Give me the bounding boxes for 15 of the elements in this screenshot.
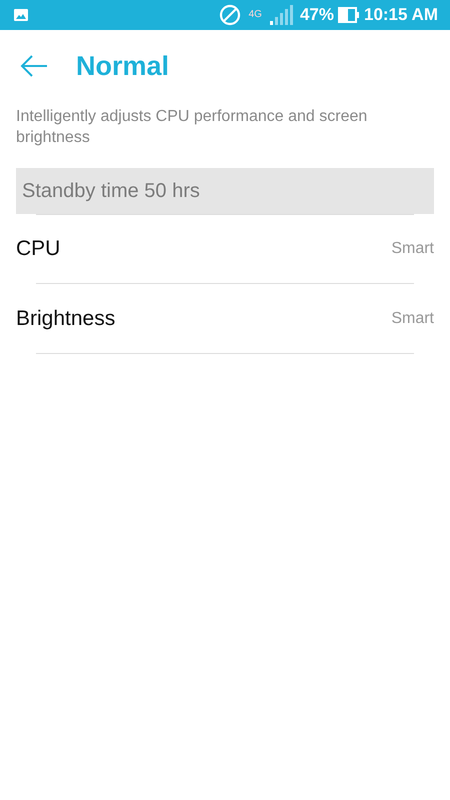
description: Intelligently adjusts CPU performance and screen brightness xyxy=(16,107,368,148)
clock: 10:15 AM xyxy=(364,5,438,25)
page-title: Normal xyxy=(76,50,170,82)
signal-icon xyxy=(270,5,296,25)
battery-percentage: 47% xyxy=(300,5,334,25)
back-button[interactable] xyxy=(20,55,48,77)
battery-icon xyxy=(338,7,360,23)
do-not-disturb-icon xyxy=(218,4,241,26)
standby-time: Standby time 50 hrs xyxy=(16,168,434,214)
setting-value: Smart xyxy=(391,310,434,328)
setting-label[interactable]: CPU xyxy=(16,237,60,261)
setting-value: Smart xyxy=(391,240,434,258)
setting-label[interactable]: Brightness xyxy=(16,307,116,331)
image-icon xyxy=(14,9,28,21)
network-type: 4G xyxy=(248,9,262,20)
